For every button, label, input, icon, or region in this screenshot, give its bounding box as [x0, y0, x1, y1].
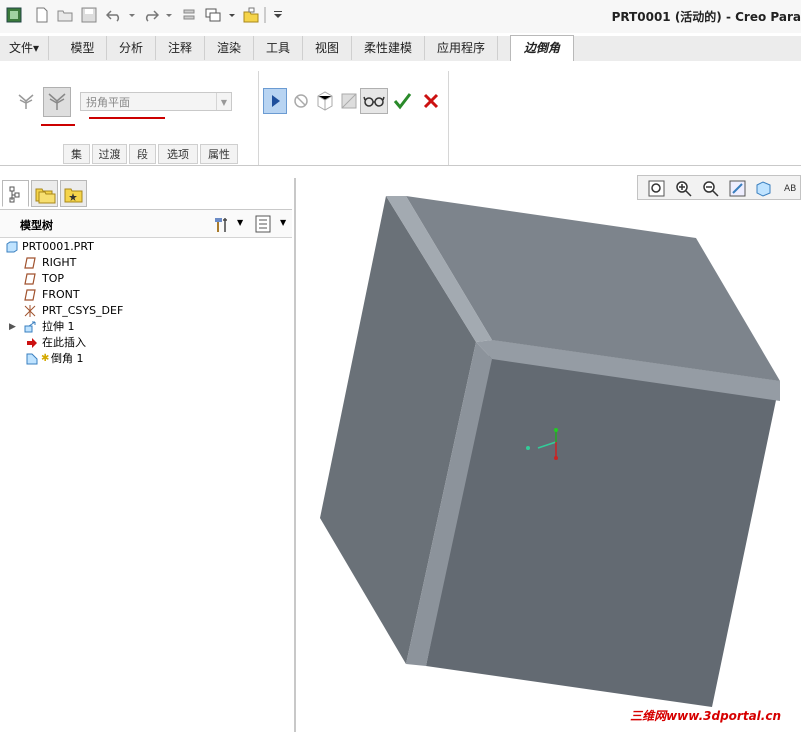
show-columns-icon[interactable] [254, 214, 272, 234]
accept-button[interactable] [391, 88, 413, 114]
zoom-in-icon[interactable] [674, 179, 693, 198]
svg-text:AB: AB [784, 184, 796, 194]
tab-model[interactable]: 模型 [59, 36, 107, 60]
tab-file[interactable]: 文件▾ [0, 36, 49, 60]
watermark-text: 三维网www.3dportal.cn [630, 709, 781, 723]
subtab-segments[interactable]: 段 [129, 144, 156, 164]
chevron-down-icon[interactable]: ▼ [280, 218, 286, 227]
datum-plane-icon [24, 257, 36, 269]
subtab-sets[interactable]: 集 [63, 144, 90, 164]
geometry-preview-icon[interactable] [314, 88, 336, 114]
favorites-tab-icon[interactable] [60, 180, 87, 207]
quick-access-toolbar: PRT0001 (活动的) - Creo Para [0, 0, 801, 33]
chamfered-cube-model[interactable] [296, 166, 801, 732]
folder-browser-tab-icon[interactable] [31, 180, 58, 207]
ribbon-panel: 拐角平面 ▼ 集 过渡 段 选项 属性 [0, 61, 801, 166]
verify-mode-button[interactable] [360, 88, 388, 114]
model-tree-header: 模型树 ▼ ▼ [0, 209, 292, 238]
subtab-transitions[interactable]: 过渡 [92, 144, 127, 164]
tree-item-label: PRT0001.PRT [22, 240, 94, 253]
new-icon[interactable] [34, 7, 50, 23]
tab-annotate[interactable]: 注释 [156, 36, 205, 60]
datum-plane-icon [24, 289, 36, 301]
redo-icon[interactable] [143, 7, 160, 23]
tab-applications[interactable]: 应用程序 [425, 36, 498, 60]
subtab-properties[interactable]: 属性 [200, 144, 238, 164]
annotation-underline [41, 124, 75, 126]
window-title: PRT0001 (活动的) - Creo Para [611, 10, 801, 24]
tree-item-label: TOP [42, 272, 65, 285]
stop-icon[interactable] [290, 88, 312, 114]
close-window-icon[interactable] [243, 7, 259, 23]
open-icon[interactable] [57, 7, 73, 23]
tab-flexible-modeling[interactable]: 柔性建模 [352, 36, 425, 60]
windows-dropdown-icon[interactable] [228, 7, 236, 23]
tab-analysis[interactable]: 分析 [107, 36, 156, 60]
ribbon-divider [448, 71, 449, 165]
corner-chamfer-button[interactable] [43, 87, 71, 117]
chevron-down-icon[interactable]: ▼ [237, 218, 243, 227]
ribbon-tabs: 文件▾ 模型 分析 注释 渲染 工具 视图 柔性建模 应用程序 边倒角 [0, 35, 801, 62]
redo-dropdown-icon[interactable] [165, 7, 173, 23]
display-style-icon[interactable] [754, 179, 773, 198]
tree-item-label: PRT_CSYS_DEF [42, 304, 124, 317]
pause-button[interactable] [263, 88, 287, 114]
undo-icon[interactable] [105, 7, 122, 23]
tab-view[interactable]: 视图 [303, 36, 352, 60]
tree-item-label: 拉伸 1 [42, 320, 75, 333]
part-icon [6, 241, 18, 253]
zoom-out-icon[interactable] [701, 179, 720, 198]
annotation-underline [89, 117, 165, 119]
extrude-icon [24, 321, 36, 333]
subtab-options[interactable]: 选项 [158, 144, 198, 164]
solid-chamfer-icon[interactable] [16, 91, 40, 115]
tree-item-label: RIGHT [42, 256, 77, 269]
cancel-button[interactable] [420, 88, 442, 114]
model-tree-tab-icon[interactable] [2, 180, 29, 207]
annotation-display-icon[interactable]: AB [782, 179, 801, 198]
chamfer-feature-icon [26, 353, 38, 365]
refit-icon[interactable] [647, 179, 666, 198]
new-feature-star-icon: ✱ [41, 353, 50, 364]
tree-item-label: FRONT [42, 288, 80, 301]
undo-dropdown-icon[interactable] [128, 7, 136, 23]
chevron-down-icon[interactable]: ▼ [216, 93, 231, 110]
ribbon-divider [258, 71, 259, 165]
tab-tools[interactable]: 工具 [254, 36, 303, 60]
tree-settings-icon[interactable] [212, 214, 232, 234]
insert-here-arrow-icon [26, 337, 38, 349]
corner-type-value: 拐角平面 [86, 96, 130, 109]
tree-item-label: 倒角 1 [51, 352, 84, 365]
save-icon[interactable] [81, 7, 97, 23]
tab-render[interactable]: 渲染 [205, 36, 254, 60]
app-icon [6, 7, 22, 23]
corner-type-select[interactable]: 拐角平面 ▼ [80, 92, 232, 111]
expand-arrow-icon[interactable]: ▶ [9, 319, 16, 335]
customize-toolbar-icon[interactable] [273, 7, 283, 23]
datum-plane-icon [24, 273, 36, 285]
feature-preview-icon[interactable] [338, 88, 360, 114]
repaint-icon[interactable] [728, 179, 747, 198]
graphics-toolbar: AB [637, 175, 801, 200]
model-tree-title: 模型树 [20, 219, 53, 232]
toolbar-separator [264, 7, 266, 23]
tab-edge-chamfer[interactable]: 边倒角 [510, 35, 574, 62]
windows-icon[interactable] [205, 7, 221, 23]
tree-item-label: 在此插入 [42, 336, 86, 349]
regenerate-icon[interactable] [181, 7, 197, 23]
coordinate-system-icon [24, 305, 36, 317]
graphics-viewport[interactable] [296, 166, 801, 732]
